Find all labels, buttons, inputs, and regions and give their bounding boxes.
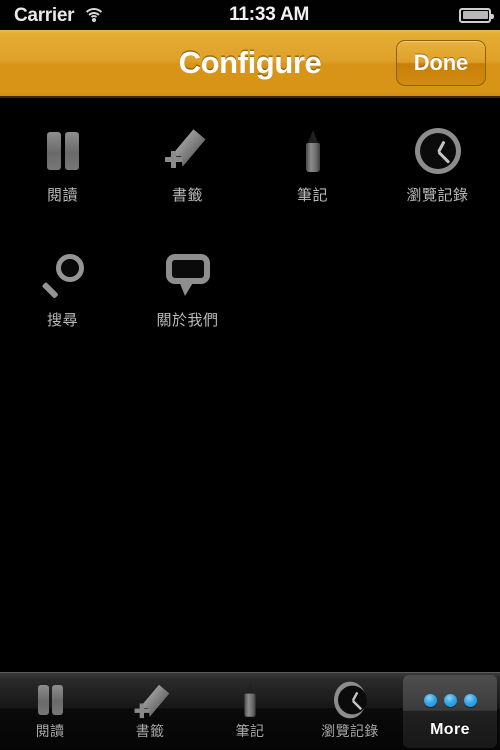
- grid-item-search[interactable]: 搜尋: [0, 233, 125, 358]
- status-bar-right: [459, 7, 494, 23]
- book-icon: [36, 124, 90, 178]
- tab-more[interactable]: More: [400, 673, 500, 750]
- grid-item-label: 瀏覽記錄: [406, 186, 469, 204]
- wifi-icon: [82, 7, 106, 23]
- grid-item-label: 搜尋: [46, 311, 78, 329]
- status-bar-left: Carrier: [14, 4, 106, 26]
- grid-item-label: 書籤: [171, 186, 203, 204]
- book-icon: [30, 680, 70, 720]
- done-button[interactable]: Done: [395, 40, 486, 86]
- pen-icon: [286, 124, 340, 178]
- tab-label: More: [430, 721, 470, 738]
- clock-icon: [330, 680, 370, 720]
- grid-item-label: 閱讀: [46, 186, 78, 204]
- carrier-label: Carrier: [14, 4, 75, 26]
- tab-notes[interactable]: 筆記: [200, 673, 300, 750]
- tab-label: 書籤: [135, 724, 165, 740]
- bookmark-add-icon: [130, 680, 170, 720]
- grid-item-notes[interactable]: 筆記: [250, 108, 375, 233]
- battery-icon: [459, 7, 494, 23]
- tab-label: 瀏覽記錄: [321, 724, 379, 740]
- tab-bookmark[interactable]: 書籤: [100, 673, 200, 750]
- grid-item-reading[interactable]: 閱讀: [0, 108, 125, 233]
- grid-item-history[interactable]: 瀏覽記錄: [375, 108, 500, 233]
- bookmark-add-icon: [161, 124, 215, 178]
- grid-item-about[interactable]: 關於我們: [125, 233, 250, 358]
- status-bar: Carrier 11:33 AM: [0, 0, 500, 30]
- app-screen: Carrier 11:33 AM Configure Done 閱讀 書籤 筆記…: [0, 0, 500, 750]
- status-bar-clock: 11:33 AM: [229, 4, 310, 25]
- tab-reading[interactable]: 閱讀: [0, 673, 100, 750]
- clock-icon: [411, 124, 465, 178]
- more-dots-icon: [423, 680, 477, 720]
- tab-bar: 閱讀 書籤 筆記 瀏覽記錄 More: [0, 672, 500, 750]
- tab-label: 閱讀: [35, 724, 65, 740]
- grid-item-label: 關於我們: [156, 311, 219, 329]
- grid-item-label: 筆記: [296, 186, 328, 204]
- tab-history[interactable]: 瀏覽記錄: [300, 673, 400, 750]
- navigation-bar: Configure Done: [0, 30, 500, 98]
- pen-icon: [230, 680, 270, 720]
- tab-label: 筆記: [235, 724, 265, 740]
- done-button-label: Done: [413, 50, 468, 75]
- search-icon: [36, 249, 90, 303]
- page-title: Configure: [178, 45, 322, 80]
- speech-bubble-icon: [161, 249, 215, 303]
- icon-grid: 閱讀 書籤 筆記 瀏覽記錄 搜尋 關於我們: [0, 100, 500, 358]
- grid-item-bookmark[interactable]: 書籤: [125, 108, 250, 233]
- configure-content: 閱讀 書籤 筆記 瀏覽記錄 搜尋 關於我們: [0, 100, 500, 672]
